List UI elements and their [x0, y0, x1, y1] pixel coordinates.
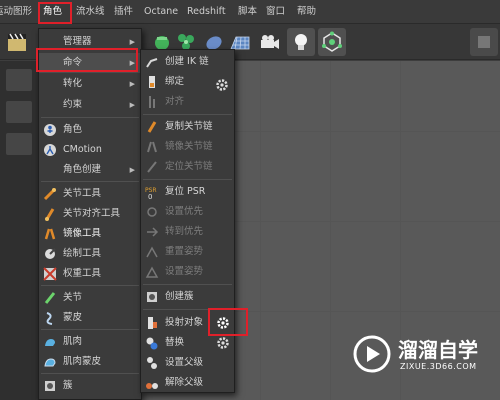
align-icon — [149, 96, 155, 108]
watermark-title: 溜溜自学 — [398, 338, 478, 362]
menu-item-reset-psr[interactable]: PSR 0 复位 PSR — [141, 182, 234, 202]
menu-octane[interactable]: Octane — [144, 0, 178, 24]
menu-item-commands[interactable]: 命令 ▶ — [39, 53, 141, 73]
menu-item-joint-align-tool[interactable]: 关节对齐工具 — [39, 204, 141, 224]
menu-item-character[interactable]: 角色 — [39, 120, 141, 140]
nodes-icon[interactable] — [318, 28, 346, 56]
bind-settings-gear-icon[interactable] — [215, 78, 229, 92]
menu-item-copy-joint-chain[interactable]: 复制关节链 — [141, 117, 234, 137]
menu-item-align: 对齐 — [141, 92, 234, 112]
menu-script[interactable]: 脚本 — [238, 0, 257, 24]
watermark-logo-icon — [353, 335, 391, 373]
joint-tool-icon — [43, 187, 57, 201]
menu-item-mirror-tool[interactable]: 镜像工具 — [39, 224, 141, 244]
menu-item-create-ik-chain[interactable]: 创建 IK 链 — [141, 52, 234, 72]
cmotion-icon — [44, 144, 56, 156]
menu-item-cluster[interactable]: 簇 — [39, 376, 141, 396]
menu-redshift[interactable]: Redshift — [187, 0, 226, 24]
menu-item-weight-tool[interactable]: 权重工具 — [39, 264, 141, 284]
svg-text:0: 0 — [148, 193, 152, 199]
camera-icon[interactable] — [256, 28, 284, 56]
watermark-url: ZIXUE.3D66.COM — [400, 362, 477, 371]
menu-item-paint-tool[interactable]: 绘制工具 — [39, 244, 141, 264]
menu-item-joint-tool[interactable]: 关节工具 — [39, 184, 141, 204]
menu-item-muscle[interactable]: 肌肉 — [39, 332, 141, 352]
menu-item-unparent[interactable]: 解除父级 — [141, 373, 234, 393]
goto-preferred-icon — [147, 227, 159, 237]
cluster-icon — [45, 381, 55, 391]
watermark: 溜溜自学 ZIXUE.3D66.COM — [352, 330, 500, 390]
toolbar-extra-icon[interactable] — [470, 28, 498, 56]
replace-icon — [146, 337, 158, 350]
menu-item-set-pose: 设置姿势 — [141, 262, 234, 282]
locate-chain-icon — [147, 161, 157, 173]
menu-help[interactable]: 帮助 — [297, 0, 316, 24]
paint-tool-icon — [45, 248, 56, 259]
light-bulb-icon[interactable] — [287, 28, 315, 56]
project-settings-gear-icon[interactable] — [216, 316, 230, 330]
menu-item-set-preferred: 设置优先 — [141, 202, 234, 222]
menu-item-mirror-joint-chain: 镜像关节链 — [141, 137, 234, 157]
menu-item-create-cluster[interactable]: 创建簇 — [141, 287, 234, 307]
joint-align-icon — [45, 208, 55, 221]
set-preferred-icon — [147, 207, 157, 217]
character-menu: 管理器 ▶ 命令 ▶ 转化 ▶ 约束 ▶ 角色 CMotion 角色创建 ▶ 关节工具 关… — [38, 28, 142, 400]
menu-item-cmotion[interactable]: CMotion — [39, 140, 141, 160]
menu-item-muscle-skin[interactable]: 肌肉蒙皮 — [39, 352, 141, 372]
bind-icon — [149, 76, 155, 88]
weight-tool-icon — [43, 267, 57, 281]
replace-settings-gear-icon[interactable] — [216, 336, 230, 350]
menu-item-reset-pose: 重置姿势 — [141, 242, 234, 262]
project-object-icon — [148, 317, 157, 329]
unparent-icon — [146, 383, 158, 389]
menu-plugins[interactable]: 插件 — [114, 0, 133, 24]
menu-item-convert[interactable]: 转化 ▶ — [39, 74, 141, 94]
skin-icon — [46, 312, 53, 325]
set-parent-icon — [147, 357, 157, 369]
mirror-chain-icon — [147, 141, 157, 153]
menubar: 运动图形 角色 流水线 插件 Octane Redshift 脚本 窗口 帮助 — [0, 0, 500, 24]
menu-mograph[interactable]: 运动图形 — [0, 0, 32, 24]
joint-icon — [44, 292, 56, 304]
menu-item-locate-joint-chain: 定位关节链 — [141, 157, 234, 177]
menu-item-constraint[interactable]: 约束 ▶ — [39, 95, 141, 115]
menu-item-character-create[interactable]: 角色创建 ▶ — [39, 160, 141, 180]
character-icon — [44, 124, 56, 136]
menu-item-skin[interactable]: 蒙皮 — [39, 308, 141, 328]
menu-item-joint[interactable]: 关节 — [39, 288, 141, 308]
mirror-tool-icon — [44, 228, 56, 240]
menu-window[interactable]: 窗口 — [266, 0, 285, 24]
menu-item-manager[interactable]: 管理器 ▶ — [39, 32, 141, 52]
clapper-icon[interactable] — [3, 28, 31, 56]
menu-character[interactable]: 角色 — [43, 0, 62, 24]
create-cluster-icon — [147, 292, 157, 302]
reset-pose-icon — [146, 246, 158, 258]
muscle-skin-icon — [44, 358, 56, 367]
menu-item-goto-preferred: 转到优先 — [141, 222, 234, 242]
muscle-icon — [45, 339, 55, 346]
ik-chain-icon — [146, 58, 158, 68]
set-pose-icon — [145, 266, 159, 278]
left-tool-strip — [0, 61, 42, 400]
psr-icon: PSR0 — [145, 187, 157, 199]
menu-item-set-parent[interactable]: 设置父级 — [141, 353, 234, 373]
menu-pipeline[interactable]: 流水线 — [76, 0, 105, 24]
copy-chain-icon — [147, 121, 157, 133]
